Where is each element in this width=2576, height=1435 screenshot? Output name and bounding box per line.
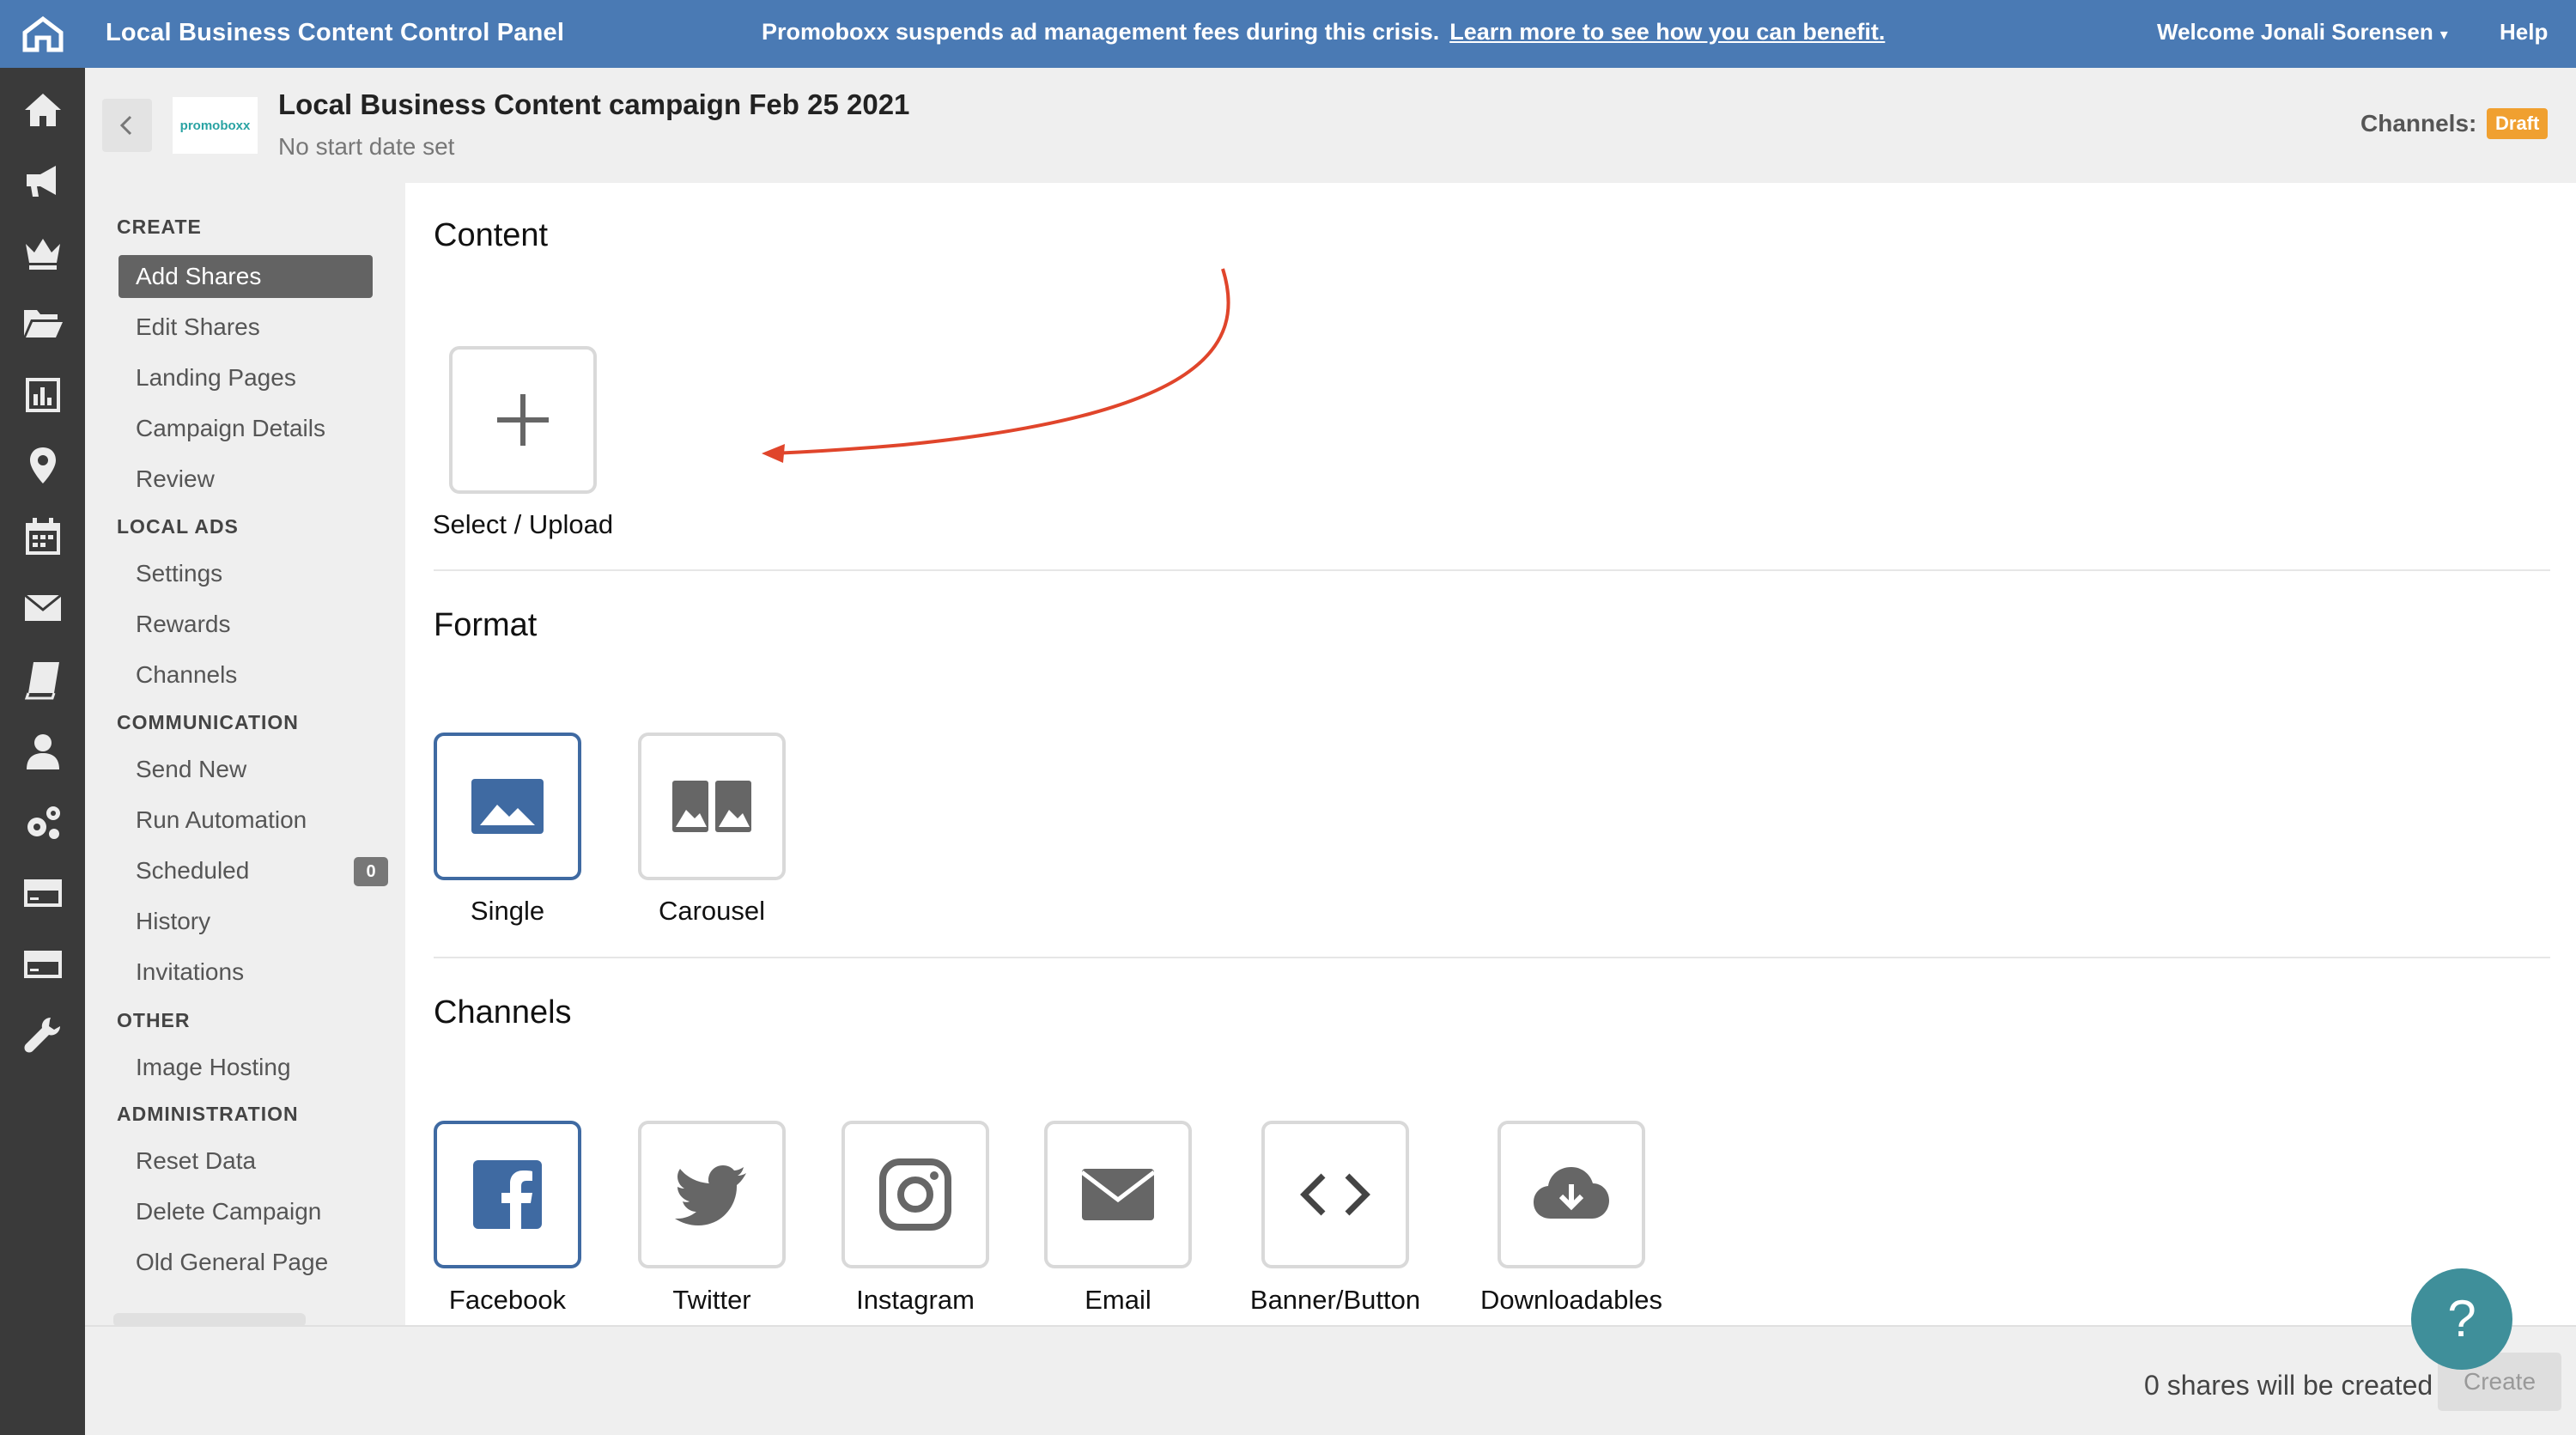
nav-item-reset-data[interactable]: Reset Data	[118, 1140, 373, 1183]
nav-item-landing-pages[interactable]: Landing Pages	[118, 356, 373, 399]
nav-item-review[interactable]: Review	[118, 458, 373, 501]
channel-facebook-button[interactable]	[434, 1121, 581, 1268]
plus-icon	[497, 394, 549, 446]
nav-section-other: OTHER	[117, 1009, 191, 1031]
code-icon	[1300, 1173, 1370, 1216]
nav-item-send-new[interactable]: Send New	[118, 748, 373, 791]
nav-item-channels[interactable]: Channels	[118, 654, 373, 696]
campaign-header: promoboxx Local Business Content campaig…	[85, 68, 2576, 183]
home-icon[interactable]	[0, 84, 85, 136]
credit-card-icon[interactable]	[0, 867, 85, 919]
select-upload-button[interactable]	[449, 346, 597, 494]
format-carousel-button[interactable]	[638, 733, 786, 880]
nav-item-old-general-page[interactable]: Old General Page	[118, 1241, 373, 1284]
twitter-icon	[675, 1165, 746, 1225]
content-section-title: Content	[434, 217, 549, 253]
channel-facebook-label: Facebook	[448, 1285, 567, 1315]
footer-bar: 0 shares will be created Create	[85, 1325, 2576, 1435]
nav-item-delete-campaign[interactable]: Delete Campaign	[118, 1190, 373, 1233]
nav-section-administration: ADMINISTRATION	[117, 1103, 299, 1125]
instagram-icon	[879, 1158, 951, 1231]
campaign-start-date: No start date set	[278, 133, 455, 160]
campaign-logo-text: promoboxx	[179, 118, 251, 133]
cloud-download-icon	[1534, 1167, 1609, 1219]
nav-section-create: CREATE	[117, 216, 202, 238]
nav-item-settings[interactable]: Settings	[118, 552, 373, 595]
scheduled-count-badge: 0	[354, 857, 388, 886]
shares-count-text: 0 shares will be created	[2144, 1370, 2433, 1401]
book-icon[interactable]	[0, 654, 85, 706]
channel-email-button[interactable]	[1044, 1121, 1192, 1268]
notice-banner: Promoboxx suspends ad management fees du…	[762, 19, 1885, 46]
notice-link[interactable]: Learn more to see how you can benefit.	[1449, 19, 1885, 45]
megaphone-icon[interactable]	[0, 155, 85, 206]
nav-item-history[interactable]: History	[118, 900, 373, 943]
channel-instagram-label: Instagram	[856, 1285, 975, 1315]
nav-section-communication: COMMUNICATION	[117, 711, 299, 733]
campaign-logo: promoboxx	[173, 97, 258, 154]
nav-item-edit-shares[interactable]: Edit Shares	[118, 306, 373, 349]
calendar-icon[interactable]	[0, 511, 85, 562]
carousel-images-icon	[672, 781, 751, 832]
nav-item-run-automation[interactable]: Run Automation	[118, 799, 373, 842]
chevron-left-icon	[119, 115, 132, 136]
format-single-button[interactable]	[434, 733, 581, 880]
nav-item-rewards[interactable]: Rewards	[118, 603, 373, 646]
format-single-label: Single	[470, 896, 545, 926]
notice-text: Promoboxx suspends ad management fees du…	[762, 19, 1440, 45]
channel-twitter-label: Twitter	[672, 1285, 751, 1315]
nav-item-scheduled[interactable]: Scheduled 0	[118, 849, 388, 892]
user-menu[interactable]: Welcome Jonali Sorensen ▾	[2157, 19, 2448, 46]
facebook-icon	[473, 1160, 542, 1229]
nav-item-image-hosting[interactable]: Image Hosting	[118, 1046, 373, 1089]
channel-twitter-button[interactable]	[638, 1121, 786, 1268]
section-divider	[434, 569, 2550, 571]
crown-icon[interactable]	[0, 226, 85, 277]
channel-banner-button[interactable]	[1261, 1121, 1409, 1268]
nav-item-invitations[interactable]: Invitations	[118, 951, 373, 994]
payment-card-icon[interactable]	[0, 939, 85, 990]
welcome-text: Welcome Jonali Sorensen	[2157, 19, 2433, 45]
format-section-title: Format	[434, 607, 538, 643]
channel-email-label: Email	[1084, 1285, 1151, 1315]
channels-label: Channels:	[2360, 110, 2477, 137]
status-badge: Draft	[2487, 108, 2549, 139]
format-carousel-label: Carousel	[658, 896, 766, 926]
caret-down-icon: ▾	[2439, 26, 2448, 43]
user-icon[interactable]	[0, 726, 85, 777]
channels-section-title: Channels	[434, 994, 572, 1031]
section-divider	[434, 957, 2550, 958]
help-chat-button[interactable]: ?	[2411, 1268, 2512, 1370]
channel-banner-label: Banner/Button	[1249, 1285, 1421, 1315]
top-bar: Local Business Content Control Panel Pro…	[85, 0, 2576, 68]
channel-downloadables-label: Downloadables	[1480, 1285, 1662, 1315]
nav-item-add-shares[interactable]: Add Shares	[118, 255, 373, 298]
annotation-arrow	[762, 268, 1230, 463]
image-icon	[471, 779, 544, 834]
home-logo-icon[interactable]	[0, 0, 85, 68]
wrench-icon[interactable]	[0, 1010, 85, 1061]
bar-chart-icon[interactable]	[0, 369, 85, 421]
nav-section-local-ads: LOCAL ADS	[117, 515, 239, 538]
select-upload-label: Select / Upload	[432, 509, 614, 539]
map-pin-icon[interactable]	[0, 440, 85, 491]
icon-rail	[0, 0, 85, 1435]
side-nav: CREATE Add Shares Edit Shares Landing Pa…	[85, 183, 405, 1327]
gears-icon[interactable]	[0, 797, 85, 848]
help-link[interactable]: Help	[2500, 19, 2548, 46]
back-button[interactable]	[102, 99, 152, 152]
envelope-icon	[1080, 1169, 1156, 1220]
channel-instagram-button[interactable]	[841, 1121, 989, 1268]
nav-item-scheduled-label: Scheduled	[136, 857, 250, 884]
app-title: Local Business Content Control Panel	[106, 19, 565, 46]
main-panel: Content Select / Upload Format Single Ca…	[405, 183, 2576, 1325]
envelope-icon[interactable]	[0, 582, 85, 634]
campaign-title: Local Business Content campaign Feb 25 2…	[278, 88, 910, 120]
nav-item-campaign-details[interactable]: Campaign Details	[118, 407, 373, 450]
channel-downloadables-button[interactable]	[1498, 1121, 1645, 1268]
folder-open-icon[interactable]	[0, 297, 85, 349]
